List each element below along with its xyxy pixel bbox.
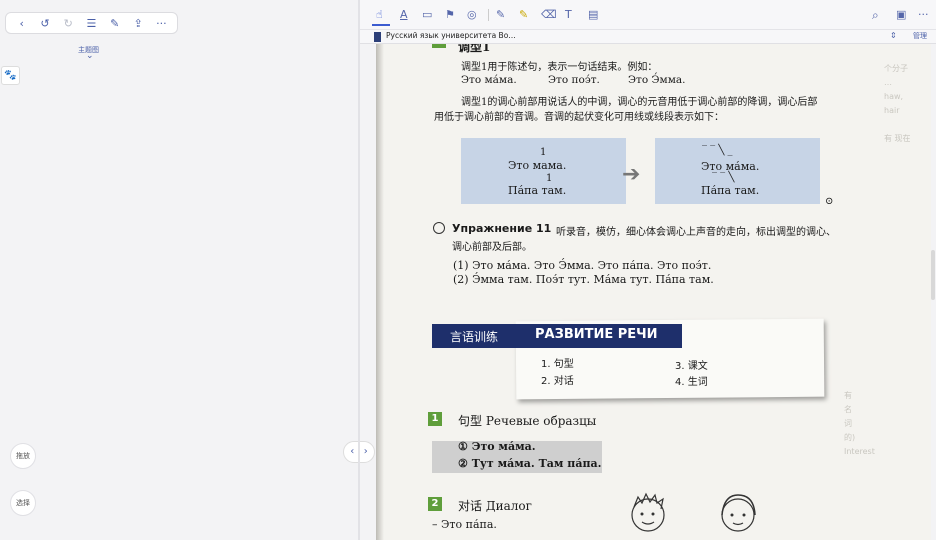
pdf-page[interactable]: 调型1 调型1用于陈述句，表示一句话结束。例如： Это ма́ма. Это … — [376, 44, 931, 540]
exercise-11-line-2: (2) Э́мма там. Поэ́т тут. Ма́ма тут. Па́… — [453, 273, 714, 286]
document-tab-bar: Русский язык университета Во… ⇕ 管理 — [360, 30, 936, 44]
paragraph-2b: 用低于调心前部的音调。音调的起伏变化可用线或线段表示如下： — [434, 112, 724, 123]
more-icon[interactable]: ··· — [152, 17, 170, 30]
annotation-toolbar: ☝ A ▭ ⚑ ◎ ✎ ✎ ⌫ T ▤ ⌕ ▣ ··· — [360, 0, 936, 30]
flag-tool-icon[interactable]: ⚑ — [445, 8, 455, 21]
example-3: Это Э́мма. — [628, 74, 686, 86]
list-icon[interactable]: ☰ — [82, 17, 100, 30]
active-tool-underline — [372, 24, 390, 26]
box1-line-1: Это мама. — [508, 159, 567, 172]
page-gutter — [376, 44, 384, 540]
example-2: Это поэ́т. — [548, 74, 600, 86]
heading-marker — [432, 44, 446, 48]
illustration-girl — [721, 494, 756, 532]
menu-item-4: 4. 生词 — [675, 377, 708, 388]
stamp-tool-icon[interactable]: ◎ — [467, 8, 477, 21]
section-banner: 言语训练 РАЗВИТИЕ РЕЧИ — [432, 324, 682, 348]
bleed-through-right: 有名词的) Interest — [844, 391, 875, 456]
dialog-line-1: – Это па́па. — [432, 518, 497, 531]
paw-icon[interactable]: 🐾 — [1, 66, 20, 85]
arrow-icon: ➔ — [622, 162, 641, 187]
select-button[interactable]: 选择 — [10, 490, 36, 516]
target-icon: ⊙ — [825, 196, 834, 207]
pattern-line-1: ① Это ма́ма. — [458, 440, 536, 453]
share-icon[interactable]: ⇪ — [129, 17, 147, 30]
textbox-tool-icon[interactable]: T — [565, 8, 572, 21]
toolbar-separator — [488, 9, 489, 21]
box2-contour-1: ‾ ‾ ╲ _ — [702, 145, 733, 156]
search-icon[interactable]: ⌕ — [872, 8, 879, 23]
box2-line-2: Па́па там. — [701, 184, 760, 197]
exercise-11-text-2: 调心前部及后部。 — [452, 242, 532, 253]
chevron-down-icon[interactable]: ⌄ — [86, 51, 94, 61]
illustration-boy — [631, 492, 665, 532]
more-icon[interactable]: ··· — [918, 8, 929, 21]
bleed-through-text: 个分子… haw, hair 有 现在 — [884, 64, 911, 143]
section-title-ru: РАЗВИТИЕ РЕЧИ — [535, 327, 658, 342]
eraser-tool-icon[interactable]: ⌫ — [541, 8, 557, 21]
pane-divider[interactable] — [358, 0, 360, 540]
section-2-title: 对话 Диалог — [458, 499, 532, 513]
section-heading: 调型1 — [458, 44, 491, 54]
sort-icon[interactable]: ⇕ — [890, 31, 897, 40]
highlighter-tool-icon[interactable]: ✎ — [519, 8, 528, 21]
paragraph-2a: 调型1的调心前部用说话人的中调，调心的元音用低于调心前部的降调，调心后部 — [461, 97, 818, 108]
bookmark-icon[interactable]: ▣ — [896, 8, 906, 21]
drag-drop-button[interactable]: 拖放 — [10, 443, 36, 469]
undo-icon[interactable]: ↺ — [36, 17, 54, 30]
pattern-line-2: ② Тут ма́ма. Там па́па. — [458, 457, 602, 470]
mindmap-pane — [0, 0, 358, 540]
book-icon — [374, 32, 381, 42]
text-tool-icon[interactable]: A — [400, 8, 408, 21]
box2-contour-2: ‾ ‾ ╲ — [712, 172, 735, 183]
edit-icon[interactable]: ✎ — [106, 17, 124, 30]
example-1: Это ма́ма. — [461, 74, 517, 86]
exercise-bullet-icon — [433, 222, 445, 234]
menu-item-2: 2. 对话 — [541, 376, 574, 387]
box1-line-2: Па́па там. — [508, 184, 567, 197]
redo-icon[interactable]: ↻ — [59, 17, 77, 30]
menu-item-1: 1. 句型 — [541, 359, 574, 370]
rectangle-select-icon[interactable]: ▭ — [422, 8, 432, 21]
hand-tool-icon[interactable]: ☝ — [376, 8, 383, 21]
paragraph-1: 调型1用于陈述句，表示一句话结束。例如： — [461, 62, 658, 73]
note-tool-icon[interactable]: ▤ — [588, 8, 598, 21]
box1-mark-1: 1 — [540, 147, 547, 158]
document-scrollbar[interactable] — [931, 250, 935, 300]
left-toolbar: ‹ ↺ ↻ ☰ ✎ ⇪ ··· — [5, 12, 178, 34]
section-1-title: 句型 Речевые образцы — [458, 414, 597, 428]
document-title[interactable]: Русский язык университета Во… — [386, 31, 516, 40]
manage-button[interactable]: 管理 — [913, 31, 927, 41]
menu-item-3: 3. 课文 — [675, 361, 708, 372]
box1-mark-2: 1 — [546, 173, 553, 184]
exercise-11-text: 听录音，模仿，细心体会调心上声音的走向，标出调型的调心、 — [556, 227, 836, 238]
pen-tool-icon[interactable]: ✎ — [496, 8, 505, 21]
section-1-number: 1 — [428, 412, 442, 426]
section-2-number: 2 — [428, 497, 442, 511]
exercise-11-title: Упражнение 11 — [452, 222, 552, 235]
back-icon[interactable]: ‹ — [13, 17, 31, 30]
exercise-11-line-1: (1) Это ма́ма. Это Э́мма. Это па́па. Это… — [453, 259, 712, 272]
section-title-cn: 言语训练 — [450, 330, 499, 344]
